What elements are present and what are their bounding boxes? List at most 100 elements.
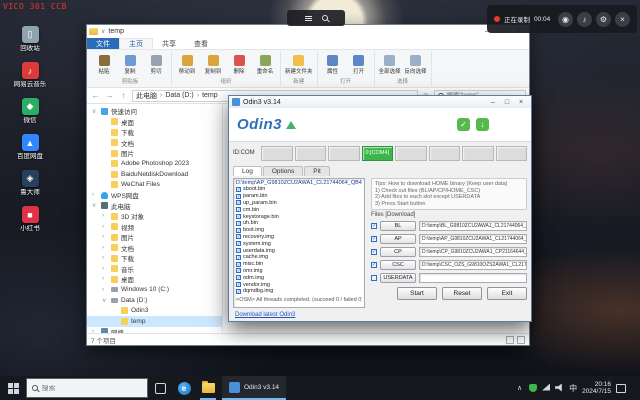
checkbox-checked-icon[interactable] <box>236 248 241 253</box>
maximize-button[interactable] <box>500 97 514 108</box>
start-button[interactable] <box>0 376 26 400</box>
file-explorer-icon[interactable] <box>196 376 220 400</box>
nav-tree-item[interactable]: WPS网盘 <box>87 190 222 201</box>
tree-caret-icon[interactable] <box>102 224 108 230</box>
slot-button[interactable]: CP <box>380 247 416 257</box>
reset-button[interactable]: Reset <box>442 287 482 300</box>
desktop-icon[interactable]: ■ 小红书 <box>4 206 56 232</box>
checkbox-checked-icon[interactable] <box>236 241 241 246</box>
shield-icon[interactable] <box>529 384 537 392</box>
up-icon[interactable]: ↑ <box>118 91 129 100</box>
checkbox-checked-icon[interactable] <box>236 194 241 199</box>
taskbar-search[interactable] <box>26 378 148 398</box>
checkbox-checked-icon[interactable] <box>236 262 241 267</box>
details-view-icon[interactable] <box>506 336 514 344</box>
nav-tree-item[interactable]: WeChat Files <box>87 180 222 191</box>
close-button[interactable] <box>514 97 528 108</box>
back-icon[interactable]: ← <box>90 91 101 100</box>
nav-tree-item[interactable]: 3D 对象 <box>87 211 222 222</box>
ribbon-tab[interactable]: 共享 <box>153 38 185 49</box>
odin-titlebar[interactable]: Odin3 v3.14 <box>229 96 531 108</box>
close-icon[interactable] <box>615 12 630 27</box>
slot-button[interactable]: CSC <box>380 260 416 270</box>
task-view-button[interactable] <box>148 376 172 400</box>
log-panel[interactable]: D:\temp\AP_G9810ZCU2AWA1_CL21744064_QB48… <box>233 178 365 308</box>
microphone-icon[interactable] <box>577 12 592 27</box>
chevron-up-icon[interactable] <box>515 384 524 393</box>
checkbox-checked-icon[interactable] <box>236 289 241 294</box>
tree-caret-icon[interactable] <box>102 245 108 251</box>
nav-tree-item[interactable]: Adobe Photoshop 2023 <box>87 159 222 170</box>
ribbon-button[interactable]: 粘贴 <box>91 55 117 75</box>
tree-caret-icon[interactable] <box>102 255 108 261</box>
checkbox-checked-icon[interactable] <box>236 275 241 280</box>
checkbox-checked-icon[interactable] <box>236 221 241 226</box>
camera-icon[interactable] <box>558 12 573 27</box>
slot-path-field[interactable] <box>419 273 527 283</box>
nav-tree-item[interactable]: 桌面 <box>87 117 222 128</box>
ribbon-button[interactable]: 新建文件夹 <box>283 55 315 75</box>
slot-button[interactable]: AP <box>380 234 416 244</box>
checkbox-checked-icon[interactable] <box>236 214 241 219</box>
nav-tree-item[interactable]: 文档 <box>87 138 222 149</box>
nav-tree-item[interactable]: temp <box>87 316 222 327</box>
nav-tree-item[interactable]: 下载 <box>87 127 222 138</box>
desktop-icon[interactable]: ▯ 回收站 <box>4 26 56 52</box>
checkbox-checked-icon[interactable] <box>236 207 241 212</box>
ribbon-button[interactable]: 复制到 <box>200 55 226 75</box>
ribbon-button[interactable]: 重命名 <box>252 55 278 75</box>
desktop-icon[interactable]: ◆ 微信 <box>4 98 56 124</box>
tree-caret-icon[interactable] <box>102 276 108 282</box>
tree-caret-icon[interactable] <box>92 108 98 115</box>
breadcrumb-item[interactable]: 此电脑 <box>136 91 157 101</box>
slot-checkbox[interactable] <box>371 275 377 281</box>
start-button[interactable]: Start <box>397 287 437 300</box>
ribbon-button[interactable]: 全部选择 <box>377 55 403 75</box>
ribbon-button[interactable]: 删除 <box>226 55 252 75</box>
odin-tab[interactable]: Options <box>263 166 303 176</box>
ribbon-button[interactable]: 剪切 <box>143 55 169 75</box>
chevron-down-icon[interactable]: ∨ <box>101 28 105 35</box>
slot-button[interactable]: USERDATA <box>380 273 416 283</box>
checkbox-checked-icon[interactable] <box>236 268 241 273</box>
search-icon[interactable] <box>322 15 328 21</box>
checkbox-checked-icon[interactable] <box>236 282 241 287</box>
checkbox-checked-icon[interactable] <box>236 200 241 205</box>
tree-caret-icon[interactable] <box>102 234 108 240</box>
slot-checkbox[interactable] <box>371 223 377 229</box>
taskbar-search-input[interactable] <box>42 385 142 392</box>
checkbox-checked-icon[interactable] <box>236 255 241 260</box>
nav-tree-item[interactable]: Data (D:) <box>87 295 222 306</box>
taskbar-odin-button[interactable]: Odin3 v3.14 <box>222 376 286 400</box>
ribbon-button[interactable]: 复制 <box>117 55 143 75</box>
exit-button[interactable]: Exit <box>487 287 527 300</box>
tree-caret-icon[interactable] <box>92 202 98 209</box>
breadcrumb-item[interactable]: temp <box>202 92 218 99</box>
slot-path-field[interactable]: D:\temp\CP_G9810ZCU2AWA1_CP21164644_CL21… <box>419 247 527 257</box>
minimize-button[interactable] <box>486 97 500 108</box>
edge-icon[interactable] <box>172 376 196 400</box>
nav-tree-item[interactable]: 图片 <box>87 148 222 159</box>
desktop-icon[interactable]: ▲ 百度网盘 <box>4 134 56 160</box>
nav-tree-item[interactable]: Windows 10 (C:) <box>87 285 222 296</box>
checkbox-checked-icon[interactable] <box>236 234 241 239</box>
floating-capture-toolbar[interactable] <box>287 10 345 26</box>
slot-checkbox[interactable] <box>371 236 377 242</box>
nav-tree-item[interactable]: 此电脑 <box>87 201 222 212</box>
slot-path-field[interactable]: D:\temp\AP_G9810ZCU2AWA1_CL21744064_QB48… <box>419 234 527 244</box>
file-menu-tab[interactable]: 文件 <box>87 38 119 49</box>
action-center-icon[interactable] <box>616 384 626 393</box>
slot-button[interactable]: BL <box>380 221 416 231</box>
slot-checkbox[interactable] <box>371 249 377 255</box>
ribbon-tab[interactable]: 查看 <box>185 38 217 49</box>
tree-caret-icon[interactable] <box>102 287 108 293</box>
breadcrumb-item[interactable]: Data (D:) <box>165 92 193 99</box>
tree-caret-icon[interactable] <box>102 297 108 304</box>
menu-icon[interactable] <box>305 18 312 19</box>
checkbox-checked-icon[interactable] <box>236 228 241 233</box>
checkbox-checked-icon[interactable] <box>236 187 241 192</box>
tree-caret-icon[interactable] <box>102 266 108 272</box>
nav-tree-item[interactable]: 音乐 <box>87 264 222 275</box>
taskbar-clock[interactable]: 20:16 2024/7/15 <box>582 381 611 396</box>
volume-icon[interactable] <box>555 384 564 392</box>
